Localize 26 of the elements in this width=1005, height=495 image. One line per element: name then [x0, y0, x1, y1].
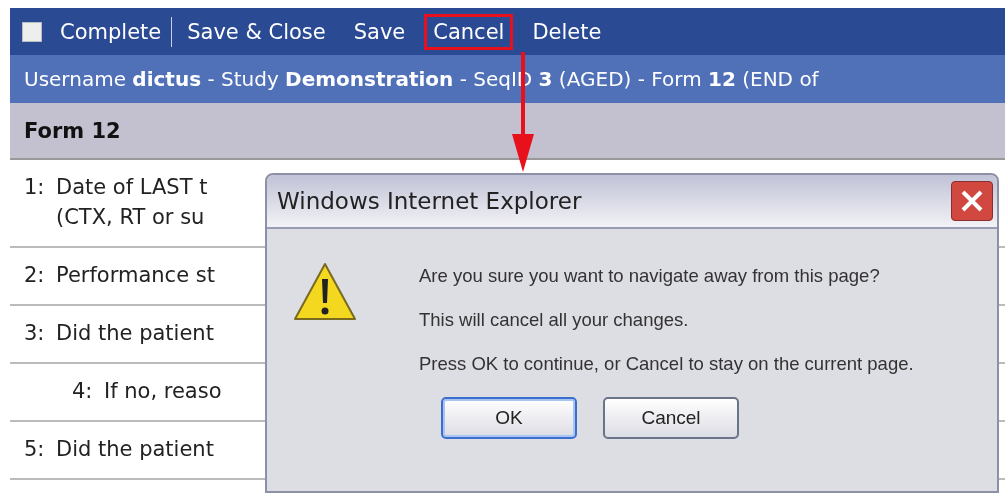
question-number: 3: [24, 320, 46, 347]
dialog-title: Windows Internet Explorer [277, 188, 582, 214]
dialog-message: This will cancel all your changes. [419, 309, 690, 331]
question-text: Did the patient [56, 436, 214, 463]
question-text: Did the patient [56, 320, 214, 347]
checkbox[interactable] [22, 21, 42, 42]
dialog-message: Are you sure you want to navigate away from this page? [419, 265, 881, 287]
toolbar-link[interactable]: Cancel [424, 13, 514, 50]
question-number: 1: [24, 174, 46, 201]
close-button[interactable] [951, 181, 993, 221]
toolbar-link[interactable]: Save [344, 13, 415, 50]
form-title: Form 12 [10, 103, 1005, 160]
question-text: Date of LAST t [56, 174, 208, 201]
question-number: 2: [24, 262, 46, 289]
dialog-message: Press OK to continue, or Cancel to stay on the current page. [419, 353, 914, 375]
dialog-button[interactable]: Cancel [603, 397, 739, 439]
close-icon [959, 188, 985, 214]
dialog-button[interactable]: OK [441, 397, 577, 439]
complete-button[interactable]: Complete [56, 16, 166, 47]
question-number: 5: [24, 436, 46, 463]
toolbar-link[interactable]: Delete [523, 13, 611, 50]
toolbar-link[interactable]: Save & Close [178, 13, 335, 50]
question-text: Performance st [56, 262, 215, 289]
question-number: 4: [72, 378, 94, 405]
question-text: If no, reaso [104, 378, 222, 405]
question-text: (CTX, RT or su [56, 204, 206, 231]
